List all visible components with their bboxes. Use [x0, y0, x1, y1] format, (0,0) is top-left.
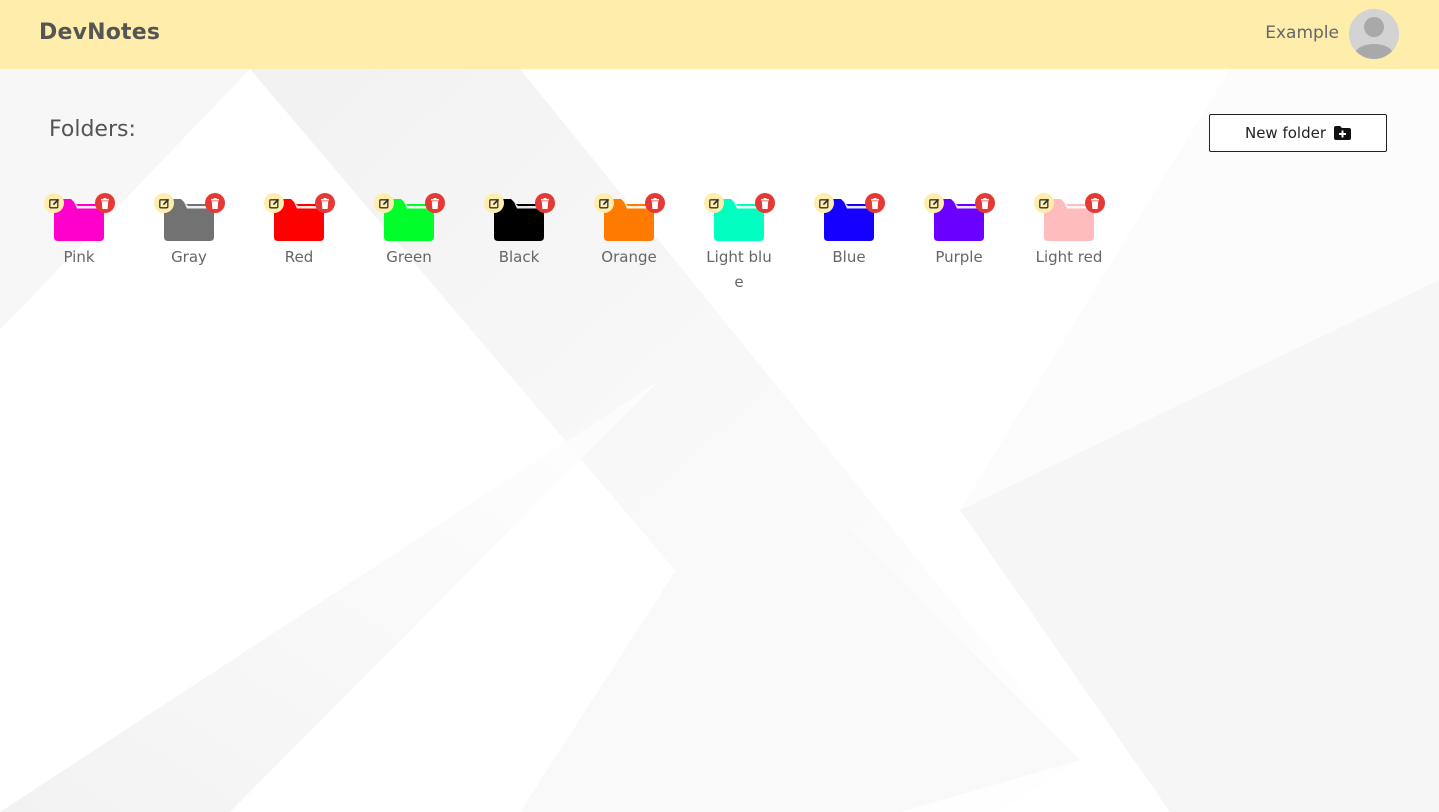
- trash-icon: [211, 197, 219, 209]
- folder-label: Blue: [832, 248, 866, 266]
- main-content: Folders: New folder Pink Gray Red Green Blac…: [0, 69, 1439, 812]
- folder-item[interactable]: Pink: [44, 193, 115, 295]
- folder-label: Light red: [1035, 248, 1103, 266]
- trash-icon: [321, 197, 329, 209]
- edit-folder-button[interactable]: [1034, 193, 1054, 213]
- folder-label: Green: [386, 248, 432, 266]
- edit-folder-button[interactable]: [594, 193, 614, 213]
- edit-icon: [708, 198, 719, 208]
- new-folder-button-label: New folder: [1244, 124, 1327, 142]
- folder-item[interactable]: Light red: [1034, 193, 1105, 295]
- trash-icon: [871, 197, 879, 209]
- delete-folder-button[interactable]: [645, 193, 665, 213]
- folder-label: Black: [498, 248, 540, 266]
- delete-folder-button[interactable]: [755, 193, 775, 213]
- edit-folder-button[interactable]: [924, 193, 944, 213]
- delete-folder-button[interactable]: [1085, 193, 1105, 213]
- delete-folder-button[interactable]: [535, 193, 555, 213]
- folder-item[interactable]: Black: [484, 193, 555, 295]
- folder-label: Orange: [601, 248, 657, 266]
- edit-folder-button[interactable]: [44, 193, 64, 213]
- folder-label: Gray: [171, 248, 207, 266]
- user-avatar-icon[interactable]: [1349, 9, 1399, 59]
- folder-item[interactable]: Red: [264, 193, 335, 295]
- trash-icon: [101, 197, 109, 209]
- edit-folder-button[interactable]: [814, 193, 834, 213]
- delete-folder-button[interactable]: [95, 193, 115, 213]
- folder-label: Light blue: [706, 248, 772, 291]
- delete-folder-button[interactable]: [425, 193, 445, 213]
- edit-folder-button[interactable]: [704, 193, 724, 213]
- folder-label: Pink: [63, 248, 95, 266]
- folder-item[interactable]: Light blue: [704, 193, 775, 295]
- trash-icon: [541, 197, 549, 209]
- edit-folder-button[interactable]: [154, 193, 174, 213]
- edit-folder-button[interactable]: [374, 193, 394, 213]
- folder-plus-icon: [1334, 126, 1352, 140]
- trash-icon: [651, 197, 659, 209]
- trash-icon: [981, 197, 989, 209]
- delete-folder-button[interactable]: [865, 193, 885, 213]
- edit-icon: [598, 198, 609, 208]
- new-folder-button[interactable]: New folder: [1209, 114, 1387, 152]
- edit-icon: [268, 198, 279, 208]
- edit-icon: [1038, 198, 1049, 208]
- page-title: Folders:: [49, 117, 136, 142]
- edit-icon: [48, 198, 59, 208]
- app-brand-logo[interactable]: DevNotes: [39, 20, 160, 45]
- delete-folder-button[interactable]: [205, 193, 225, 213]
- username-label: Example: [1265, 23, 1339, 43]
- edit-icon: [378, 198, 389, 208]
- edit-folder-button[interactable]: [484, 193, 504, 213]
- folder-label: Red: [284, 248, 314, 266]
- folder-item[interactable]: Orange: [594, 193, 665, 295]
- folder-item[interactable]: Blue: [814, 193, 885, 295]
- edit-icon: [818, 198, 829, 208]
- edit-icon: [488, 198, 499, 208]
- edit-folder-button[interactable]: [264, 193, 284, 213]
- trash-icon: [431, 197, 439, 209]
- folder-item[interactable]: Purple: [924, 193, 995, 295]
- folder-item[interactable]: Green: [374, 193, 445, 295]
- trash-icon: [1091, 197, 1099, 209]
- delete-folder-button[interactable]: [315, 193, 335, 213]
- edit-icon: [158, 198, 169, 208]
- folder-grid: Pink Gray Red Green Black Orange Light blue Blu…: [44, 193, 1144, 295]
- folder-label: Purple: [935, 248, 983, 266]
- edit-icon: [928, 198, 939, 208]
- top-navbar: DevNotes Example: [0, 0, 1439, 69]
- trash-icon: [761, 197, 769, 209]
- delete-folder-button[interactable]: [975, 193, 995, 213]
- folder-item[interactable]: Gray: [154, 193, 225, 295]
